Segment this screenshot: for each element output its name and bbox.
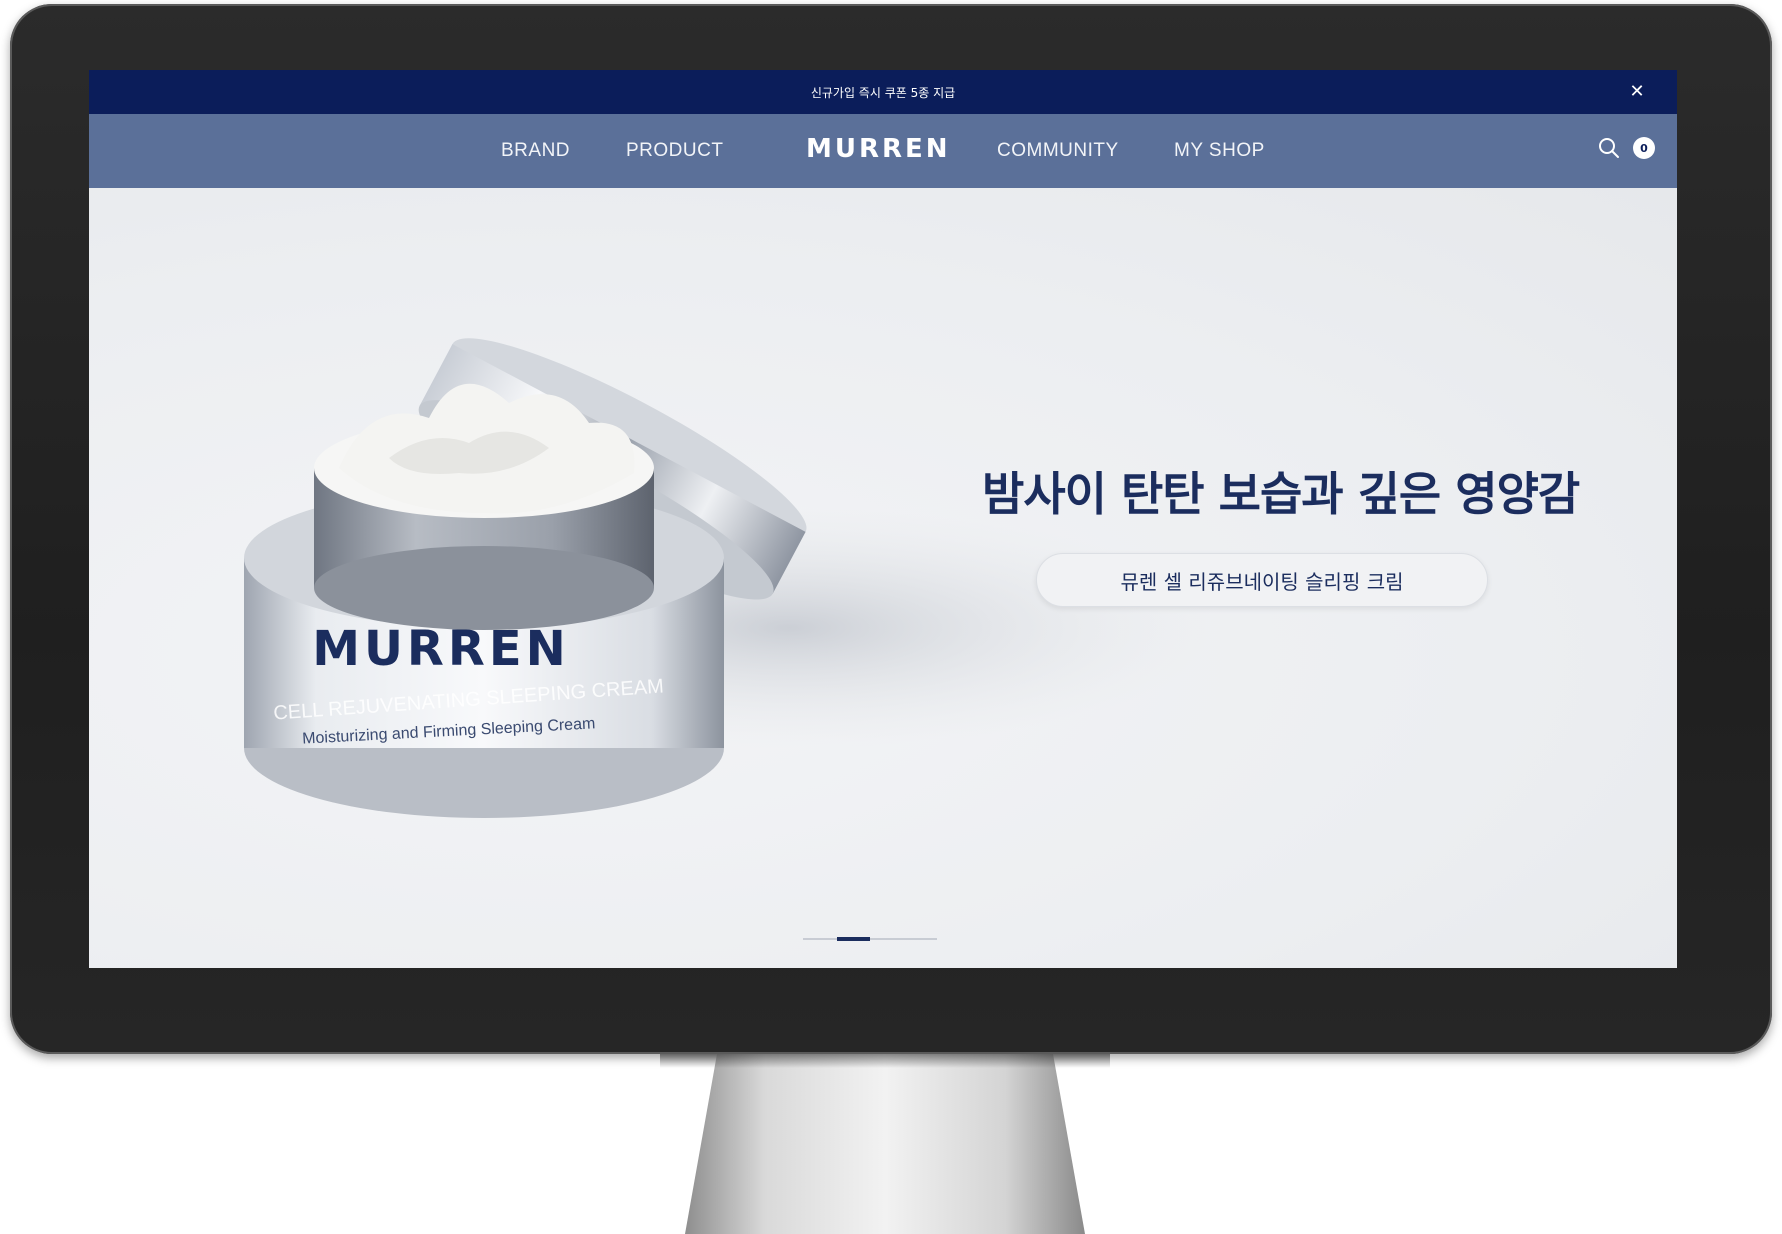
announcement-text: 신규가입 즉시 쿠폰 5종 지급 — [810, 85, 956, 100]
site-logo[interactable]: MURREN — [806, 134, 951, 164]
hero-banner[interactable]: MURREN CELL REJUVENATING SLEEPING CREAM … — [89, 188, 1677, 968]
header-icons: 0 — [1597, 136, 1655, 160]
nav-myshop[interactable]: MY SHOP — [1174, 140, 1265, 162]
nav-product[interactable]: PRODUCT — [626, 140, 723, 162]
hero-headline: 밤사이 탄탄 보습과 깊은 영양감 — [982, 467, 1580, 521]
slider-active-indicator — [836, 937, 870, 941]
monitor-stand-shadow — [660, 1054, 1110, 1068]
main-navigation: BRAND PRODUCT MURREN COMMUNITY MY SHOP 0 — [89, 114, 1677, 188]
monitor-stand — [685, 1054, 1085, 1234]
slider-progress[interactable] — [803, 937, 937, 941]
cart-count-badge[interactable]: 0 — [1633, 137, 1655, 159]
jar-brand-text: MURREN — [312, 621, 570, 677]
product-name-button[interactable]: 뮤렌 셀 리쥬브네이팅 슬리핑 크림 — [1036, 553, 1488, 607]
nav-brand[interactable]: BRAND — [501, 140, 570, 162]
close-icon[interactable]: ✕ — [1627, 82, 1647, 102]
search-icon[interactable] — [1597, 136, 1621, 160]
website-screen: 신규가입 즉시 쿠폰 5종 지급 ✕ BRAND PRODUCT MURREN … — [89, 70, 1677, 968]
announcement-bar: 신규가입 즉시 쿠폰 5종 지급 ✕ — [89, 70, 1677, 114]
nav-community[interactable]: COMMUNITY — [997, 140, 1119, 162]
